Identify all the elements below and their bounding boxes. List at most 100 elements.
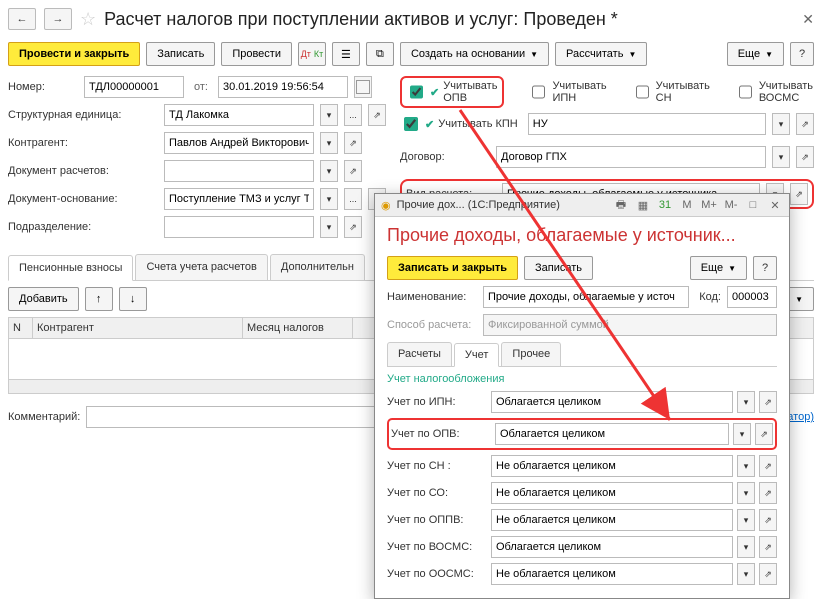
division-field[interactable] (164, 216, 314, 238)
doc-settle-field[interactable] (164, 160, 314, 182)
sn-tax-field[interactable] (491, 455, 733, 477)
create-based-button[interactable]: Создать на основании▼ (400, 42, 549, 66)
opv-tax-dd[interactable]: ▾ (733, 423, 751, 445)
print-icon[interactable]: 🖶 (613, 197, 629, 213)
tab-extra[interactable]: Дополнительн (270, 254, 365, 280)
name-label: Наименование: (387, 291, 477, 303)
app-icon: ◉ (381, 199, 391, 212)
popup-save-button[interactable]: Записать (524, 256, 593, 280)
date-field[interactable] (218, 76, 348, 98)
popup-maximize-icon[interactable]: □ (745, 197, 761, 213)
kpn-open-button[interactable]: ⇗ (796, 113, 814, 135)
popup-help-button[interactable]: ? (753, 256, 777, 280)
popup-save-close-button[interactable]: Записать и закрыть (387, 256, 518, 280)
contract-dropdown-button[interactable]: ▾ (772, 146, 790, 168)
opv-checkbox[interactable]: ✔Учитывать ОПВ (406, 80, 498, 104)
org-dropdown-button[interactable]: ▾ (320, 104, 338, 126)
more-button[interactable]: Еще▼ (727, 42, 784, 66)
structure-button[interactable]: ☰ (332, 42, 360, 66)
contractor-dropdown-button[interactable]: ▾ (320, 132, 338, 154)
popup-more-button[interactable]: Еще▼ (690, 256, 747, 280)
code-field[interactable] (727, 286, 777, 308)
add-row-button[interactable]: Добавить (8, 287, 79, 311)
dt-kt-button[interactable]: ДтКт (298, 42, 326, 66)
name-field[interactable] (483, 286, 689, 308)
tab-pension[interactable]: Пенсионные взносы (8, 255, 133, 281)
popup-tab-other[interactable]: Прочее (501, 342, 561, 366)
contractor-field[interactable] (164, 132, 314, 154)
number-field[interactable] (84, 76, 184, 98)
kpn-checkbox[interactable]: ✔Учитывать КПН (400, 114, 518, 134)
sn-tax-label: Учет по СН : (387, 460, 487, 472)
post-and-close-button[interactable]: Провести и закрыть (8, 42, 140, 66)
ipn-tax-dd[interactable]: ▾ (737, 391, 755, 413)
org-field[interactable] (164, 104, 314, 126)
move-down-button[interactable]: ↓ (119, 287, 147, 311)
favorite-star-icon[interactable]: ☆ (80, 9, 96, 30)
vosms-tax-open[interactable]: ⇗ (759, 536, 777, 558)
post-button[interactable]: Провести (221, 42, 292, 66)
org-ellipsis-button[interactable]: ... (344, 104, 362, 126)
tab-accounts[interactable]: Счета учета расчетов (135, 254, 267, 280)
doc-settle-dropdown-button[interactable]: ▾ (320, 160, 338, 182)
ipn-checkbox[interactable]: Учитывать ИПН (528, 80, 607, 104)
calc-type-open-button[interactable]: ⇗ (790, 183, 808, 205)
sn-tax-dd[interactable]: ▾ (737, 455, 755, 477)
vosms-tax-dd[interactable]: ▾ (737, 536, 755, 558)
vosms-checkbox[interactable]: Учитывать ВОСМС (735, 80, 814, 104)
oppv-tax-field[interactable] (491, 509, 733, 531)
contract-open-button[interactable]: ⇗ (796, 146, 814, 168)
sn-checkbox[interactable]: Учитывать СН (632, 80, 711, 104)
date-icon[interactable]: 31 (657, 197, 673, 213)
contract-field[interactable] (496, 146, 766, 168)
kpn-field[interactable] (528, 113, 766, 135)
oosms-tax-open[interactable]: ⇗ (759, 563, 777, 585)
method-label: Способ расчета: (387, 319, 477, 331)
popup-tab-calc[interactable]: Расчеты (387, 342, 452, 366)
sn-tax-open[interactable]: ⇗ (759, 455, 777, 477)
oosms-tax-field[interactable] (491, 563, 733, 585)
method-field (483, 314, 777, 336)
date-picker-button[interactable] (354, 76, 372, 98)
oosms-tax-dd[interactable]: ▾ (737, 563, 755, 585)
doc-settle-open-button[interactable]: ⇗ (344, 160, 362, 182)
division-dropdown-button[interactable]: ▾ (320, 216, 338, 238)
popup-header: ◉ Прочие дох... (1С:Предприятие) 🖶 ▦ 31 … (375, 194, 789, 217)
doc-base-label: Документ-основание: (8, 193, 158, 205)
oppv-tax-open[interactable]: ⇗ (759, 509, 777, 531)
vosms-tax-field[interactable] (491, 536, 733, 558)
calendar-icon[interactable]: ▦ (635, 197, 651, 213)
m-plus-icon[interactable]: M+ (701, 197, 717, 213)
popup-close-icon[interactable]: ✕ (767, 197, 783, 213)
ipn-tax-open[interactable]: ⇗ (759, 391, 777, 413)
help-button[interactable]: ? (790, 42, 814, 66)
so-tax-field[interactable] (491, 482, 733, 504)
oppv-tax-dd[interactable]: ▾ (737, 509, 755, 531)
doc-base-ellipsis-button[interactable]: ... (344, 188, 362, 210)
save-button[interactable]: Записать (146, 42, 215, 66)
opv-tax-field[interactable] (495, 423, 729, 445)
calculate-button[interactable]: Рассчитать▼ (555, 42, 647, 66)
so-tax-open[interactable]: ⇗ (759, 482, 777, 504)
m-minus2-icon[interactable]: M- (723, 197, 739, 213)
doc-base-dropdown-button[interactable]: ▾ (320, 188, 338, 210)
oosms-tax-label: Учет по ООСМС: (387, 568, 487, 580)
move-up-button[interactable]: ↑ (85, 287, 113, 311)
ipn-tax-field[interactable] (491, 391, 733, 413)
contract-label: Договор: (400, 151, 490, 163)
opv-tax-open[interactable]: ⇗ (755, 423, 773, 445)
col-n: N (9, 318, 33, 338)
org-open-button[interactable]: ⇗ (368, 104, 386, 126)
related-docs-button[interactable]: ⧉ (366, 42, 394, 66)
m-minus-icon[interactable]: M (679, 197, 695, 213)
so-tax-dd[interactable]: ▾ (737, 482, 755, 504)
kpn-dropdown-button[interactable]: ▾ (772, 113, 790, 135)
popup-tabs: Расчеты Учет Прочее (387, 342, 777, 367)
popup-tab-acct[interactable]: Учет (454, 343, 500, 367)
contractor-open-button[interactable]: ⇗ (344, 132, 362, 154)
division-open-button[interactable]: ⇗ (344, 216, 362, 238)
nav-fwd-button[interactable]: → (44, 8, 72, 30)
close-icon[interactable]: ✕ (802, 11, 814, 28)
nav-back-button[interactable]: ← (8, 8, 36, 30)
doc-base-field[interactable] (164, 188, 314, 210)
